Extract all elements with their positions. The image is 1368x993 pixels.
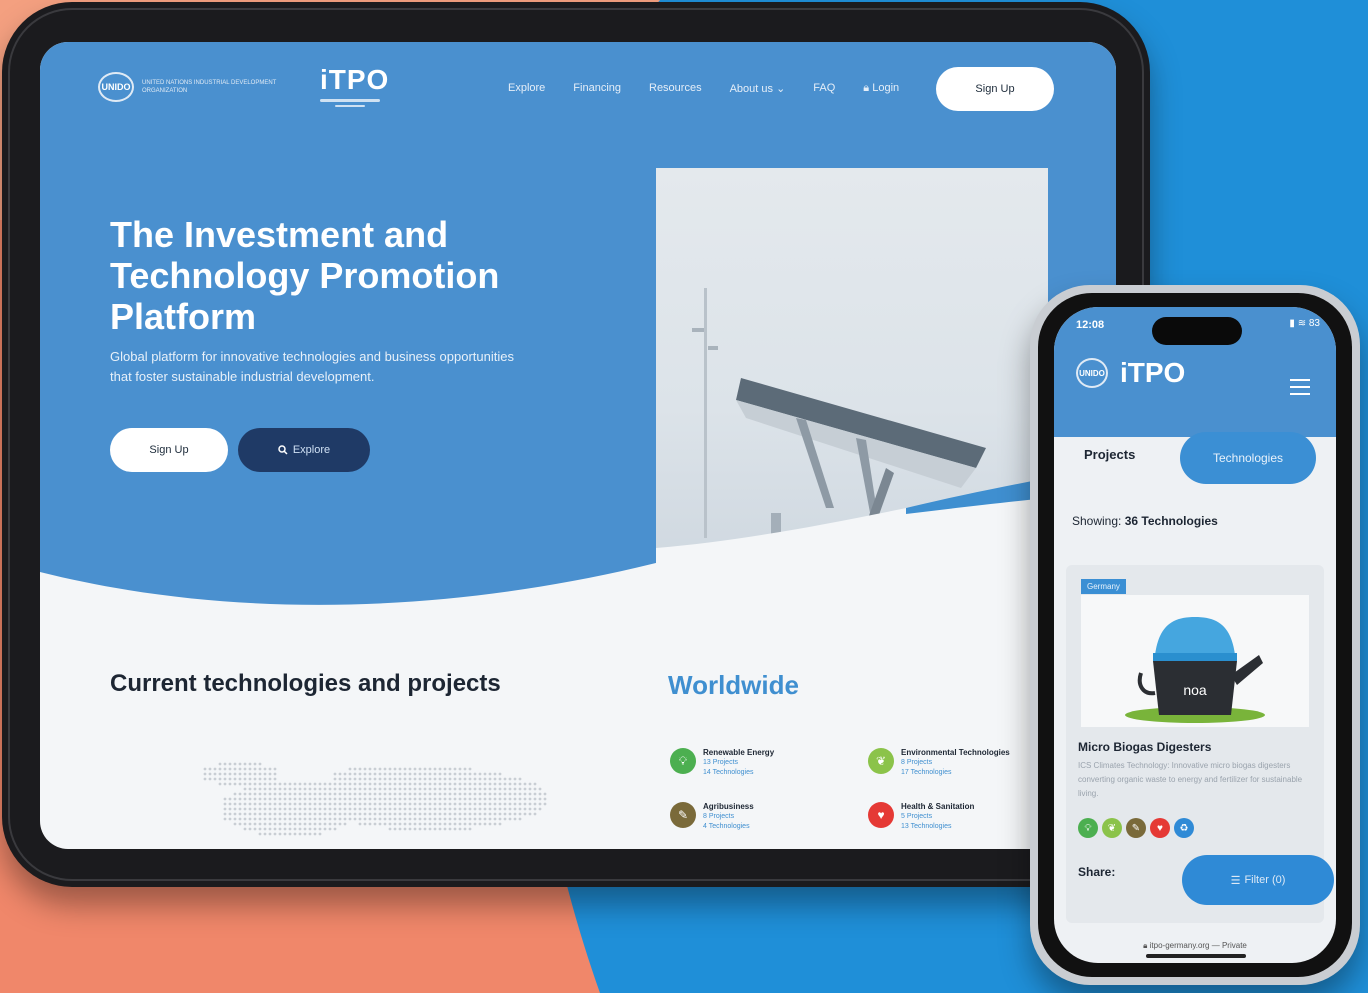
wheat-icon: ✎ xyxy=(1126,818,1146,838)
hamburger-menu-icon[interactable] xyxy=(1290,379,1310,400)
technology-card[interactable]: noa Germany Micro Biogas Digesters ICS C… xyxy=(1066,565,1334,923)
tablet-screen: UNIDO UNITED NATIONS INDUSTRIAL DEVELOPM… xyxy=(40,42,1116,849)
share-label: Share: xyxy=(1078,865,1116,879)
org-name: UNITED NATIONS INDUSTRIAL DEVELOPMENT OR… xyxy=(142,80,277,94)
current-section-title: Current technologies and projects xyxy=(110,670,501,697)
hero-subtitle: Global platform for innovative technolog… xyxy=(110,349,514,384)
nav-link-resources[interactable]: Resources xyxy=(649,82,702,95)
card-description: ICS Climates Technology: Innovative micr… xyxy=(1078,761,1303,798)
lightbulb-icon: 💡︎ xyxy=(1078,818,1098,838)
worldwide-title: Worldwide xyxy=(668,670,799,700)
search-icon xyxy=(278,445,288,455)
results-count: Showing: 36 Technologies xyxy=(1072,514,1218,528)
card-category-icons: 💡︎ ❦ ✎ ♥ ♻ xyxy=(1078,818,1194,838)
status-time: 12:08 xyxy=(1076,319,1105,331)
lightbulb-icon: 💡︎ xyxy=(670,748,696,774)
brand-mark: iTPO xyxy=(1120,357,1186,388)
leaf-icon: ❦ xyxy=(1102,818,1122,838)
heart-icon: ♥ xyxy=(868,802,894,828)
lock-icon: 🔒︎ xyxy=(863,82,870,94)
signal-icon: ▮ xyxy=(1289,318,1295,329)
dynamic-island xyxy=(1152,317,1242,345)
nav-link-about[interactable]: About us ⌄ xyxy=(730,82,786,95)
category-agribusiness[interactable]: ✎ Agribusiness 8 Projects 4 Technologies xyxy=(670,802,754,832)
tablet-device: UNIDO UNITED NATIONS INDUSTRIAL DEVELOPM… xyxy=(2,2,1150,887)
nav-link-explore[interactable]: Explore xyxy=(508,82,545,95)
hero-title: The Investment and Technology Promotion … xyxy=(110,214,500,337)
phone-screen: 12:08 ▮ ≋ 83 UNIDO iTPO Projects Technol… xyxy=(1054,307,1336,963)
country-tag: Germany xyxy=(1081,579,1126,594)
category-health[interactable]: ♥ Health & Sanitation 5 Projects 13 Techno… xyxy=(868,802,974,832)
battery-icon: 83 xyxy=(1308,318,1320,329)
phone-tabs: Projects Technologies xyxy=(1054,427,1336,487)
tab-projects[interactable]: Projects xyxy=(1084,447,1135,462)
card-image: noa xyxy=(1081,595,1309,727)
card-title[interactable]: Micro Biogas Digesters xyxy=(1078,740,1211,754)
device-label: noa xyxy=(1183,682,1207,698)
nav-link-financing[interactable]: Financing xyxy=(573,82,621,95)
nav-links: Explore Financing Resources About us ⌄ F… xyxy=(508,82,899,95)
chevron-down-icon: ⌄ xyxy=(776,83,786,95)
recycle-icon: ♻ xyxy=(1174,818,1194,838)
category-environmental[interactable]: ❦ Environmental Technologies 8 Projects 17… xyxy=(868,748,1010,778)
tab-technologies[interactable]: Technologies xyxy=(1180,432,1316,484)
heart-icon: ♥ xyxy=(1150,818,1170,838)
un-globe-icon: UNIDO xyxy=(98,72,134,102)
home-indicator xyxy=(1146,954,1246,958)
nav-link-login[interactable]: 🔒︎ Login xyxy=(863,82,899,95)
phone-logo[interactable]: UNIDO iTPO xyxy=(1076,357,1185,389)
lock-icon: 🔒︎ xyxy=(1143,941,1148,950)
unido-logo[interactable]: UNIDO UNITED NATIONS INDUSTRIAL DEVELOPM… xyxy=(98,72,282,102)
filter-button[interactable]: ☰ Filter (0) xyxy=(1182,855,1334,905)
brand-mark: iTPO xyxy=(320,64,390,95)
wheat-icon: ✎ xyxy=(670,802,696,828)
browser-url[interactable]: 🔒︎ itpo-germany.org — Private xyxy=(1054,941,1336,951)
top-navigation: UNIDO UNITED NATIONS INDUSTRIAL DEVELOPM… xyxy=(40,42,1116,137)
category-renewable-energy[interactable]: 💡︎ Renewable Energy 13 Projects 14 Technol… xyxy=(670,748,774,778)
itpo-logo[interactable]: iTPO xyxy=(320,64,389,107)
solar-panel-photo xyxy=(656,168,1048,568)
hero-signup-button[interactable]: Sign Up xyxy=(110,428,228,472)
leaf-icon: ❦ xyxy=(868,748,894,774)
nav-link-faq[interactable]: FAQ xyxy=(813,82,835,95)
hero-explore-button[interactable]: Explore xyxy=(238,428,370,472)
filter-icon: ☰ xyxy=(1230,874,1241,887)
phone-device: 12:08 ▮ ≋ 83 UNIDO iTPO Projects Technol… xyxy=(1030,285,1360,985)
un-globe-icon: UNIDO xyxy=(1076,358,1108,388)
status-icons: ▮ ≋ 83 xyxy=(1289,318,1320,329)
wifi-icon: ≋ xyxy=(1297,318,1307,329)
world-map xyxy=(203,762,547,836)
nav-signup-button[interactable]: Sign Up xyxy=(936,67,1054,111)
